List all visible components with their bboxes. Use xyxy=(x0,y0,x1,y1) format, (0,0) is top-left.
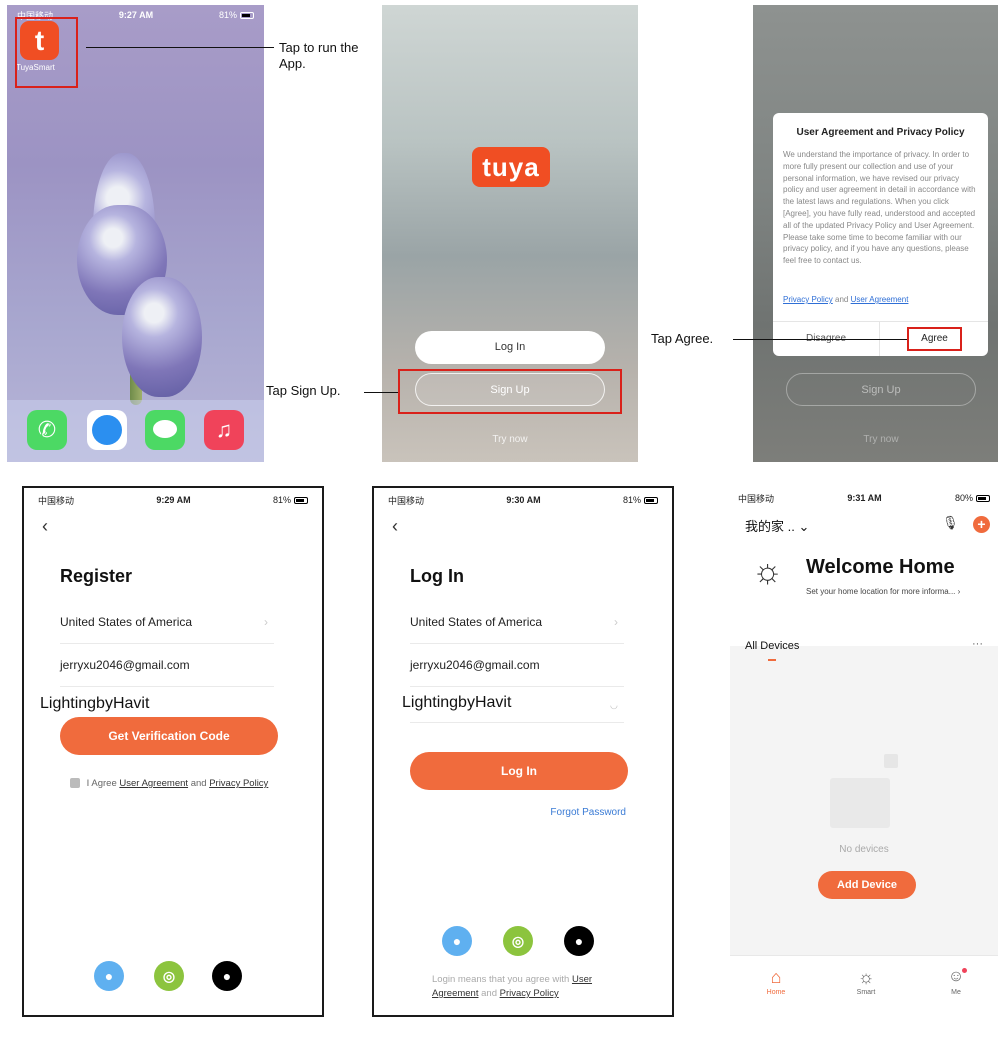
login-button[interactable]: Log In xyxy=(415,331,605,364)
battery: 80% xyxy=(955,493,990,503)
qq-login-icon[interactable]: ● xyxy=(94,961,124,991)
clock: 9:30 AM xyxy=(506,495,541,505)
email-field[interactable]: jerryxu2046@gmail.com xyxy=(60,658,274,687)
more-icon[interactable]: ··· xyxy=(972,638,983,650)
callout-line xyxy=(733,339,907,340)
qq-login-icon[interactable]: ● xyxy=(442,926,472,956)
get-verification-code-button[interactable]: Get Verification Code xyxy=(60,717,278,755)
dock: ✆ ♫ xyxy=(7,400,264,462)
login-screen: 中国移动 9:30 AM 81% ‹ Log In United States … xyxy=(372,486,674,1017)
privacy-policy-link[interactable]: Privacy Policy xyxy=(209,778,268,789)
app-home-screen: 中国移动 9:31 AM 80% 我的家 .. ⌄ 🎙︎ + ☼ Welcome… xyxy=(730,486,998,1017)
back-icon[interactable]: ‹ xyxy=(392,516,398,537)
sun-icon: ☼ xyxy=(752,552,784,590)
callout-highlight xyxy=(15,17,78,88)
clock: 9:31 AM xyxy=(847,493,882,503)
carrier: 中国移动 xyxy=(388,495,425,506)
login-footer: Login means that you agree with User Agr… xyxy=(432,974,593,999)
password-overlay-text: LightingbyHavit xyxy=(40,695,150,712)
clock: 9:27 AM xyxy=(118,10,154,20)
page-title: Register xyxy=(60,566,133,586)
home-selector[interactable]: 我的家 .. ⌄ xyxy=(745,516,809,535)
status-bar: 中国移动 9:30 AM 81% xyxy=(374,490,672,510)
carrier: 中国移动 xyxy=(738,493,775,504)
callout-highlight xyxy=(398,369,622,414)
status-bar: 中国移动 9:29 AM 81% xyxy=(24,490,322,510)
empty-box-small xyxy=(884,754,898,768)
privacy-screen: Sign Up Try now User Agreement and Priva… xyxy=(753,5,998,462)
carrier: 中国移动 xyxy=(38,495,75,506)
clock: 9:29 AM xyxy=(156,495,191,505)
dialog-links: Privacy Policy and User Agreement xyxy=(783,295,909,304)
privacy-policy-link[interactable]: Privacy Policy xyxy=(783,295,833,304)
all-devices-tab[interactable]: All Devices xyxy=(745,640,799,652)
add-device-button[interactable]: Add Device xyxy=(818,871,916,899)
flower-decoration xyxy=(122,277,202,397)
music-icon[interactable]: ♫ xyxy=(204,410,244,450)
dialog-body: We understand the importance of privacy.… xyxy=(783,150,976,266)
messages-icon[interactable] xyxy=(145,410,185,450)
battery: 81% xyxy=(623,495,658,505)
apple-login-icon[interactable]: ● xyxy=(564,926,594,956)
agree-checkbox[interactable] xyxy=(70,778,80,789)
user-agreement-link[interactable]: User Agreement xyxy=(119,778,188,789)
chevron-right-icon: › xyxy=(264,615,268,629)
privacy-dialog: User Agreement and Privacy Policy We und… xyxy=(773,113,988,356)
add-icon[interactable]: + xyxy=(973,516,990,533)
battery: 81% xyxy=(273,495,308,505)
login-button[interactable]: Log In xyxy=(410,752,628,790)
eye-closed-icon[interactable]: ◡ xyxy=(610,700,618,711)
active-tab-indicator xyxy=(768,659,776,661)
tab-home[interactable]: ⌂ Home xyxy=(756,968,796,996)
callout-line xyxy=(86,47,274,48)
try-now-link[interactable]: Try now xyxy=(460,434,560,445)
callout-sign-up: Tap Sign Up. xyxy=(266,383,341,398)
email-field[interactable]: jerryxu2046@gmail.com xyxy=(410,658,624,687)
location-prompt[interactable]: Set your home location for more informa.… xyxy=(806,587,960,596)
bg-try-now: Try now xyxy=(863,434,899,445)
tab-bar: ⌂ Home ☼ Smart ☺ Me xyxy=(730,955,998,1017)
chevron-right-icon: › xyxy=(957,587,961,596)
profile-icon: ☺ xyxy=(947,968,965,985)
country-select[interactable]: United States of America › xyxy=(60,615,274,644)
user-agreement-link[interactable]: User Agreement xyxy=(851,295,909,304)
empty-box-illustration xyxy=(830,778,890,828)
register-screen: 中国移动 9:29 AM 81% ‹ Register United State… xyxy=(22,486,324,1017)
apple-login-icon[interactable]: ● xyxy=(212,961,242,991)
privacy-policy-link[interactable]: Privacy Policy xyxy=(500,988,559,999)
welcome-title: Welcome Home xyxy=(806,556,955,578)
back-icon[interactable]: ‹ xyxy=(42,516,48,537)
status-bar: 中国移动 9:31 AM 80% xyxy=(730,488,998,508)
callout-line xyxy=(364,392,398,393)
chevron-down-icon: ⌄ xyxy=(798,519,810,534)
password-overlay-text: LightingbyHavit xyxy=(402,694,512,711)
callout-highlight xyxy=(907,327,962,351)
safari-icon[interactable] xyxy=(87,410,127,450)
wechat-login-icon[interactable]: ◎ xyxy=(154,961,184,991)
phone-icon[interactable]: ✆ xyxy=(27,410,67,450)
tab-me[interactable]: ☺ Me xyxy=(936,968,976,996)
page-title: Log In xyxy=(410,566,464,586)
agree-row: I Agree User Agreement and Privacy Polic… xyxy=(70,778,268,789)
wechat-login-icon[interactable]: ◎ xyxy=(503,926,533,956)
battery: 81% xyxy=(219,10,254,20)
tuya-logo: tuya xyxy=(472,147,550,187)
microphone-icon[interactable]: 🎙︎ xyxy=(942,515,959,531)
smart-sun-icon: ☼ xyxy=(857,967,875,987)
notification-dot xyxy=(962,968,967,973)
bg-signup-button: Sign Up xyxy=(786,373,976,406)
country-select[interactable]: United States of America › xyxy=(410,615,624,644)
home-icon: ⌂ xyxy=(770,967,782,987)
forgot-password-link[interactable]: Forgot Password xyxy=(550,807,626,818)
password-underline xyxy=(410,722,624,723)
tab-smart[interactable]: ☼ Smart xyxy=(846,968,886,996)
callout-run-app: Tap to run the App. xyxy=(279,40,359,71)
no-devices-text: No devices xyxy=(839,844,889,855)
dialog-title: User Agreement and Privacy Policy xyxy=(796,127,965,138)
callout-agree: Tap Agree. xyxy=(651,331,714,346)
chevron-right-icon: › xyxy=(614,615,618,629)
